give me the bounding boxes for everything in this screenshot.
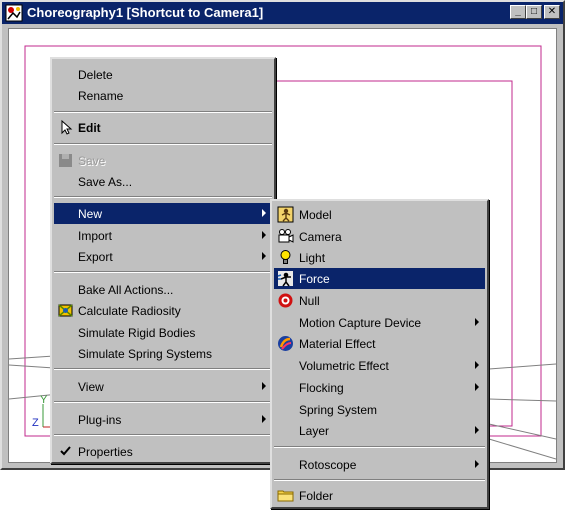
light-bulb-icon <box>280 250 291 264</box>
menu-separator <box>274 479 485 481</box>
submenu-arrow-icon <box>262 415 266 423</box>
submenu-layer[interactable]: Layer <box>274 420 485 441</box>
submenu-spring-system[interactable]: Spring System <box>274 399 485 420</box>
menu-simulate-rigid-bodies[interactable]: Simulate Rigid Bodies <box>54 322 272 343</box>
submenu-force[interactable]: Force <box>274 268 485 289</box>
axis-z-label: Z <box>32 417 39 429</box>
submenu-null-label: Null <box>299 293 320 308</box>
menu-delete[interactable]: Delete <box>54 64 272 85</box>
submenu-folder[interactable]: Folder <box>274 485 485 506</box>
menu-properties-label: Properties <box>78 444 133 459</box>
submenu-arrow-icon <box>475 361 479 369</box>
menu-view[interactable]: View <box>54 376 272 397</box>
menu-simulate-spring-systems-label: Simulate Spring Systems <box>78 346 213 361</box>
menu-new-label: New <box>78 206 103 221</box>
submenu-model-label: Model <box>299 207 332 222</box>
null-target-icon <box>278 293 293 308</box>
submenu-arrow-icon <box>475 318 479 326</box>
submenu-motion-capture-device[interactable]: Motion Capture Device <box>274 312 485 333</box>
menu-bake-all-actions-label: Bake All Actions... <box>78 282 174 297</box>
force-icon <box>277 271 293 287</box>
camera-icon <box>278 229 294 243</box>
menu-separator <box>54 196 272 198</box>
submenu-rotoscope-label: Rotoscope <box>299 457 357 472</box>
menu-delete-label: Delete <box>78 67 113 82</box>
menu-simulate-rigid-bodies-label: Simulate Rigid Bodies <box>78 325 196 340</box>
submenu-folder-label: Folder <box>299 488 334 503</box>
submenu-rotoscope[interactable]: Rotoscope <box>274 454 485 475</box>
submenu-layer-label: Layer <box>299 423 330 438</box>
menu-save: Save <box>54 150 272 171</box>
submenu-arrow-icon <box>262 382 266 390</box>
menu-import-label: Import <box>78 228 113 243</box>
model-figure-icon <box>277 206 294 223</box>
submenu-arrow-icon <box>262 231 266 239</box>
floppy-disk-icon <box>59 154 72 167</box>
menu-save-as[interactable]: Save As... <box>54 171 272 192</box>
menu-rename[interactable]: Rename <box>54 85 272 106</box>
submenu-force-label: Force <box>299 271 330 286</box>
submenu-null[interactable]: Null <box>274 290 485 311</box>
submenu-arrow-icon <box>262 252 266 260</box>
menu-plugins-label: Plug-ins <box>78 412 122 427</box>
menu-edit-label: Edit <box>78 120 101 135</box>
material-effect-icon <box>278 336 293 351</box>
submenu-arrow-icon <box>475 383 479 391</box>
menu-save-label: Save <box>78 153 106 168</box>
menu-save-as-label: Save As... <box>78 174 133 189</box>
menu-export-label: Export <box>78 249 113 264</box>
menu-rename-label: Rename <box>78 88 124 103</box>
menu-properties[interactable]: Properties <box>54 441 272 462</box>
axis-y-label: Y <box>40 394 48 406</box>
submenu-material-effect-label: Material Effect <box>299 336 376 351</box>
menu-view-label: View <box>78 379 104 394</box>
submenu-material-effect[interactable]: Material Effect <box>274 333 485 354</box>
minimize-button[interactable]: _ <box>510 5 526 19</box>
submenu-arrow-icon <box>262 209 266 217</box>
menu-import[interactable]: Import <box>54 225 272 246</box>
submenu-flocking[interactable]: Flocking <box>274 377 485 398</box>
maximize-button[interactable]: □ <box>526 5 542 19</box>
menu-simulate-spring-systems[interactable]: Simulate Spring Systems <box>54 343 272 364</box>
submenu-camera[interactable]: Camera <box>274 226 485 247</box>
menu-separator <box>54 271 272 273</box>
menu-bake-all-actions[interactable]: Bake All Actions... <box>54 279 272 300</box>
checkmark-icon <box>60 446 71 456</box>
close-button[interactable]: ✕ <box>544 5 560 19</box>
submenu-arrow-icon <box>475 460 479 468</box>
menu-separator <box>54 401 272 403</box>
menu-new[interactable]: New <box>54 203 272 224</box>
menu-calculate-radiosity-label: Calculate Radiosity <box>78 303 181 318</box>
submenu-volumetric-effect-label: Volumetric Effect <box>299 358 389 373</box>
folder-icon <box>277 490 294 502</box>
context-menu: Delete Rename Edit Save Save As... New I… <box>50 57 276 464</box>
submenu-light[interactable]: Light <box>274 247 485 268</box>
submenu-camera-label: Camera <box>299 229 342 244</box>
choreography-icon <box>5 4 23 22</box>
submenu-motion-capture-device-label: Motion Capture Device <box>299 315 422 330</box>
menu-separator <box>54 434 272 436</box>
menu-edit[interactable]: Edit <box>54 117 272 138</box>
submenu-spring-system-label: Spring System <box>299 402 378 417</box>
submenu-model[interactable]: Model <box>274 204 485 225</box>
submenu-arrow-icon <box>475 426 479 434</box>
menu-calculate-radiosity[interactable]: Calculate Radiosity <box>54 300 272 321</box>
new-submenu: Model Camera Light Force Null Motion Cap… <box>270 199 489 509</box>
menu-export[interactable]: Export <box>54 246 272 267</box>
menu-separator <box>54 368 272 370</box>
submenu-light-label: Light <box>299 250 326 265</box>
menu-separator <box>54 111 272 113</box>
pointer-cursor-icon <box>61 119 73 135</box>
submenu-flocking-label: Flocking <box>299 380 344 395</box>
submenu-volumetric-effect[interactable]: Volumetric Effect <box>274 355 485 376</box>
menu-separator <box>54 143 272 145</box>
menu-plugins[interactable]: Plug-ins <box>54 409 272 430</box>
title-bar[interactable]: Choreography1 [Shortcut to Camera1] _ □ … <box>2 2 563 24</box>
window-title: Choreography1 [Shortcut to Camera1] <box>27 5 264 20</box>
radiosity-icon <box>58 304 73 317</box>
menu-separator <box>274 446 485 448</box>
